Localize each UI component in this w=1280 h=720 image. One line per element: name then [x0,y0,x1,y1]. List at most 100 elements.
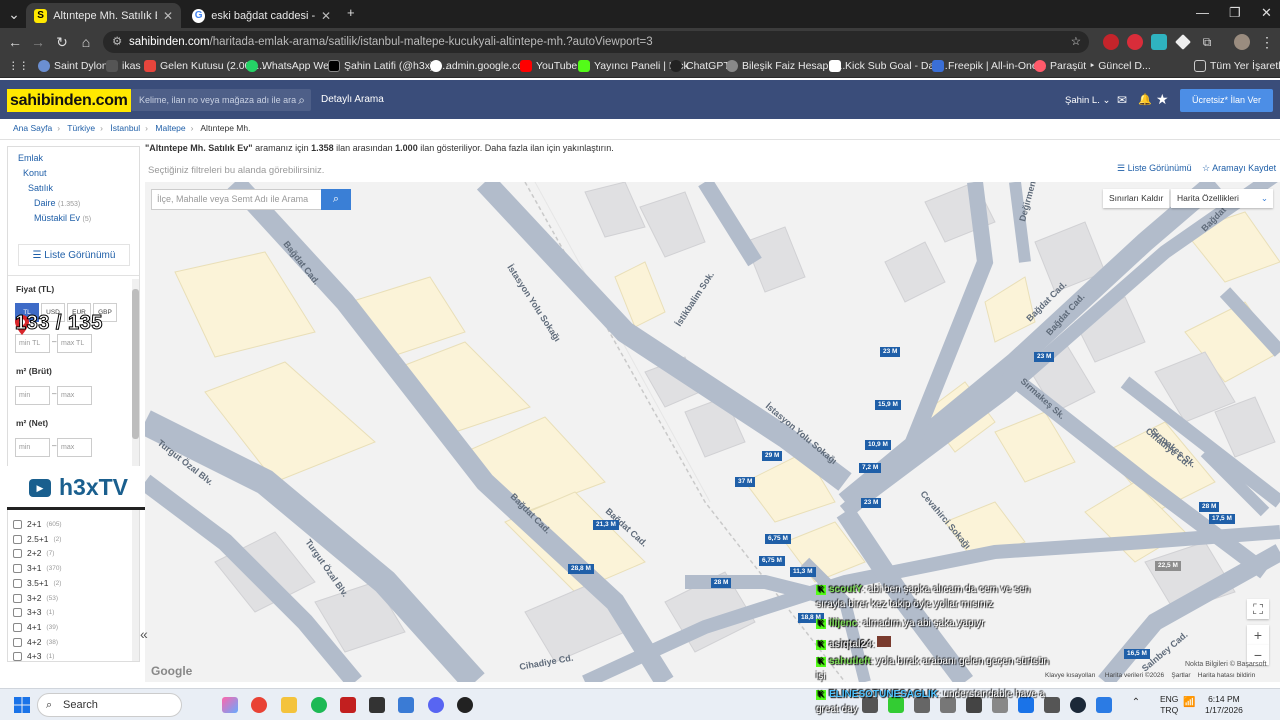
category-konut[interactable]: Konut [23,168,47,178]
bookmark-item[interactable]: ikas [106,60,141,72]
windows-start-icon[interactable] [14,697,30,713]
list-view-link[interactable]: ☰ Liste Görünümü [1117,163,1192,174]
address-bar[interactable]: ⚙ sahibinden.com/haritada-emlak-arama/sa… [103,31,1089,53]
spotify-icon[interactable] [311,697,327,713]
checkbox[interactable] [13,534,22,544]
close-window-icon[interactable]: ✕ [1261,5,1272,21]
room-option[interactable]: 3+1 (370) [13,563,62,573]
room-option[interactable]: 3+2 (53) [13,593,58,603]
price-marker[interactable]: 7,2 M [859,463,882,473]
min-price-input[interactable]: min TL [15,334,50,353]
apps-icon[interactable]: ⋮⋮ [8,60,29,72]
breadcrumb-item[interactable]: Maltepe [155,123,185,133]
user-menu[interactable]: Şahin L. ⌄ [1065,95,1110,106]
bookmark-item[interactable]: Freepik | All-in-One... [932,60,1046,72]
price-marker[interactable]: 28,8 M [568,564,594,574]
bookmark-item[interactable]: YouTube [520,60,577,72]
all-bookmarks-folder[interactable]: Tüm Yer İşaretleri [1194,60,1280,72]
extension-icon[interactable] [1151,34,1167,50]
show-hidden-icons[interactable]: ⌃ [1128,697,1144,713]
max-price-input[interactable]: max TL [57,334,92,353]
room-option[interactable]: 4+3 (1) [13,651,54,661]
minimize-icon[interactable]: — [1196,5,1209,20]
price-marker[interactable]: 6,75 M [759,556,785,566]
category-mustakil-ev[interactable]: Müstakil Ev (5) [34,213,91,223]
bookmark-item[interactable]: Kick Sub Goal - Dail... [829,60,948,72]
price-marker[interactable]: 23 M [861,498,882,508]
extension-icon[interactable] [1175,34,1191,50]
price-marker[interactable]: 21,3 M [593,520,619,530]
min-m2-net-input[interactable]: min [15,438,50,457]
price-marker[interactable]: 37 M [735,477,756,487]
breadcrumb-item[interactable]: Ana Sayfa [13,123,52,133]
file-explorer-icon[interactable] [281,697,297,713]
bookmark-item[interactable]: Paraşüt ‣ Güncel D... [1034,60,1151,72]
price-marker[interactable]: 29 M [762,451,783,461]
checkbox[interactable] [13,563,22,573]
room-option[interactable]: 4+2 (38) [13,637,58,647]
map-view[interactable]: Bağdat Cad. İstasyon Yolu Sokağı İstikba… [145,182,1280,682]
forward-icon[interactable]: → [28,32,48,52]
language-indicator[interactable]: ENG TRQ [1160,694,1178,716]
checkbox[interactable] [13,637,22,647]
post-ad-button[interactable]: Ücretsiz* İlan Ver [1180,89,1273,112]
price-marker[interactable]: 11,3 M [790,567,816,577]
checkbox[interactable] [13,519,22,529]
close-tab-icon[interactable]: ✕ [321,9,331,23]
scrollbar-thumb[interactable] [132,289,139,439]
price-marker[interactable]: 17,5 M [1209,514,1235,524]
bookmark-item[interactable]: WhatsApp Web [246,60,335,72]
bookmark-item[interactable]: ChatGPT [670,60,730,72]
app-icon[interactable] [369,697,385,713]
room-option[interactable]: 2+2 (7) [13,548,54,558]
breadcrumb-item[interactable]: Türkiye [67,123,95,133]
remove-bounds-button[interactable]: Sınırları Kaldır [1103,189,1170,208]
system-clock[interactable]: 6:14 PM 1/17/2026 [1205,694,1243,716]
list-view-button[interactable]: ☰ Liste Görünümü [18,244,130,266]
save-search-link[interactable]: ☆ Aramayı Kaydet [1202,163,1276,174]
checkbox[interactable] [13,578,22,588]
checkbox[interactable] [13,548,22,558]
terms-link[interactable]: Şartlar [1171,672,1190,679]
room-option[interactable]: 3+3 (1) [13,607,54,617]
tray-icon[interactable] [1044,697,1060,713]
detailed-search-link[interactable]: Detaylı Arama [321,94,384,105]
extensions-puzzle-icon[interactable]: ⧉ [1199,34,1215,50]
checkbox[interactable] [13,651,22,661]
price-marker[interactable]: 23 M [1034,352,1055,362]
bookmark-item[interactable]: Saint Dylon [38,60,108,72]
site-search-input[interactable]: Kelime, ilan no veya mağaza adı ile ara … [131,89,311,111]
home-icon[interactable]: ⌂ [76,32,96,52]
tab-search-icon[interactable]: ⌄ [4,4,24,24]
room-option[interactable]: 4+1 (39) [13,622,58,632]
category-daire[interactable]: Daire (1.353) [34,198,80,208]
tab-sahibinden[interactable]: S Altıntepe Mh. Satılık Ev Fiyatları ✕ [26,3,181,28]
price-marker[interactable]: 16,5 M [1124,649,1150,659]
price-marker[interactable]: 22,5 M [1155,561,1181,571]
bookmark-item[interactable]: Bileşik Faiz Hesapla... [726,60,845,72]
map-location-search-input[interactable]: İlçe, Mahalle veya Semt Adı ile Arama ⌕ [151,189,351,210]
steam-icon[interactable] [1070,697,1086,713]
app-icon[interactable] [340,697,356,713]
keyboard-shortcuts-link[interactable]: Klavye kısayolları [1045,672,1096,679]
room-option[interactable]: 3.5+1 (2) [13,578,61,588]
notification-bell-icon[interactable]: 🔔 [1138,93,1152,106]
room-option[interactable]: 2+1 (605) [13,519,62,529]
fullscreen-icon[interactable]: ⛶ [1247,599,1269,619]
site-info-icon[interactable]: ⚙ [112,31,122,53]
mail-icon[interactable]: ✉ [1117,93,1127,107]
price-marker[interactable]: 15,9 M [875,400,901,410]
category-satilik[interactable]: Satılık [28,183,53,193]
price-marker[interactable]: 28 M [711,578,732,588]
maximize-icon[interactable]: ❐ [1229,5,1241,21]
checkbox[interactable] [13,593,22,603]
max-m2-net-input[interactable]: max [57,438,92,457]
max-m2-gross-input[interactable]: max [57,386,92,405]
price-marker[interactable]: 23 M [880,347,901,357]
app-icon[interactable] [457,697,473,713]
search-icon[interactable]: ⌕ [298,89,305,111]
back-icon[interactable]: ← [5,32,25,52]
app-icon[interactable] [398,697,414,713]
menu-icon[interactable]: ⋮ [1257,32,1277,52]
price-marker[interactable]: 6,75 M [765,534,791,544]
